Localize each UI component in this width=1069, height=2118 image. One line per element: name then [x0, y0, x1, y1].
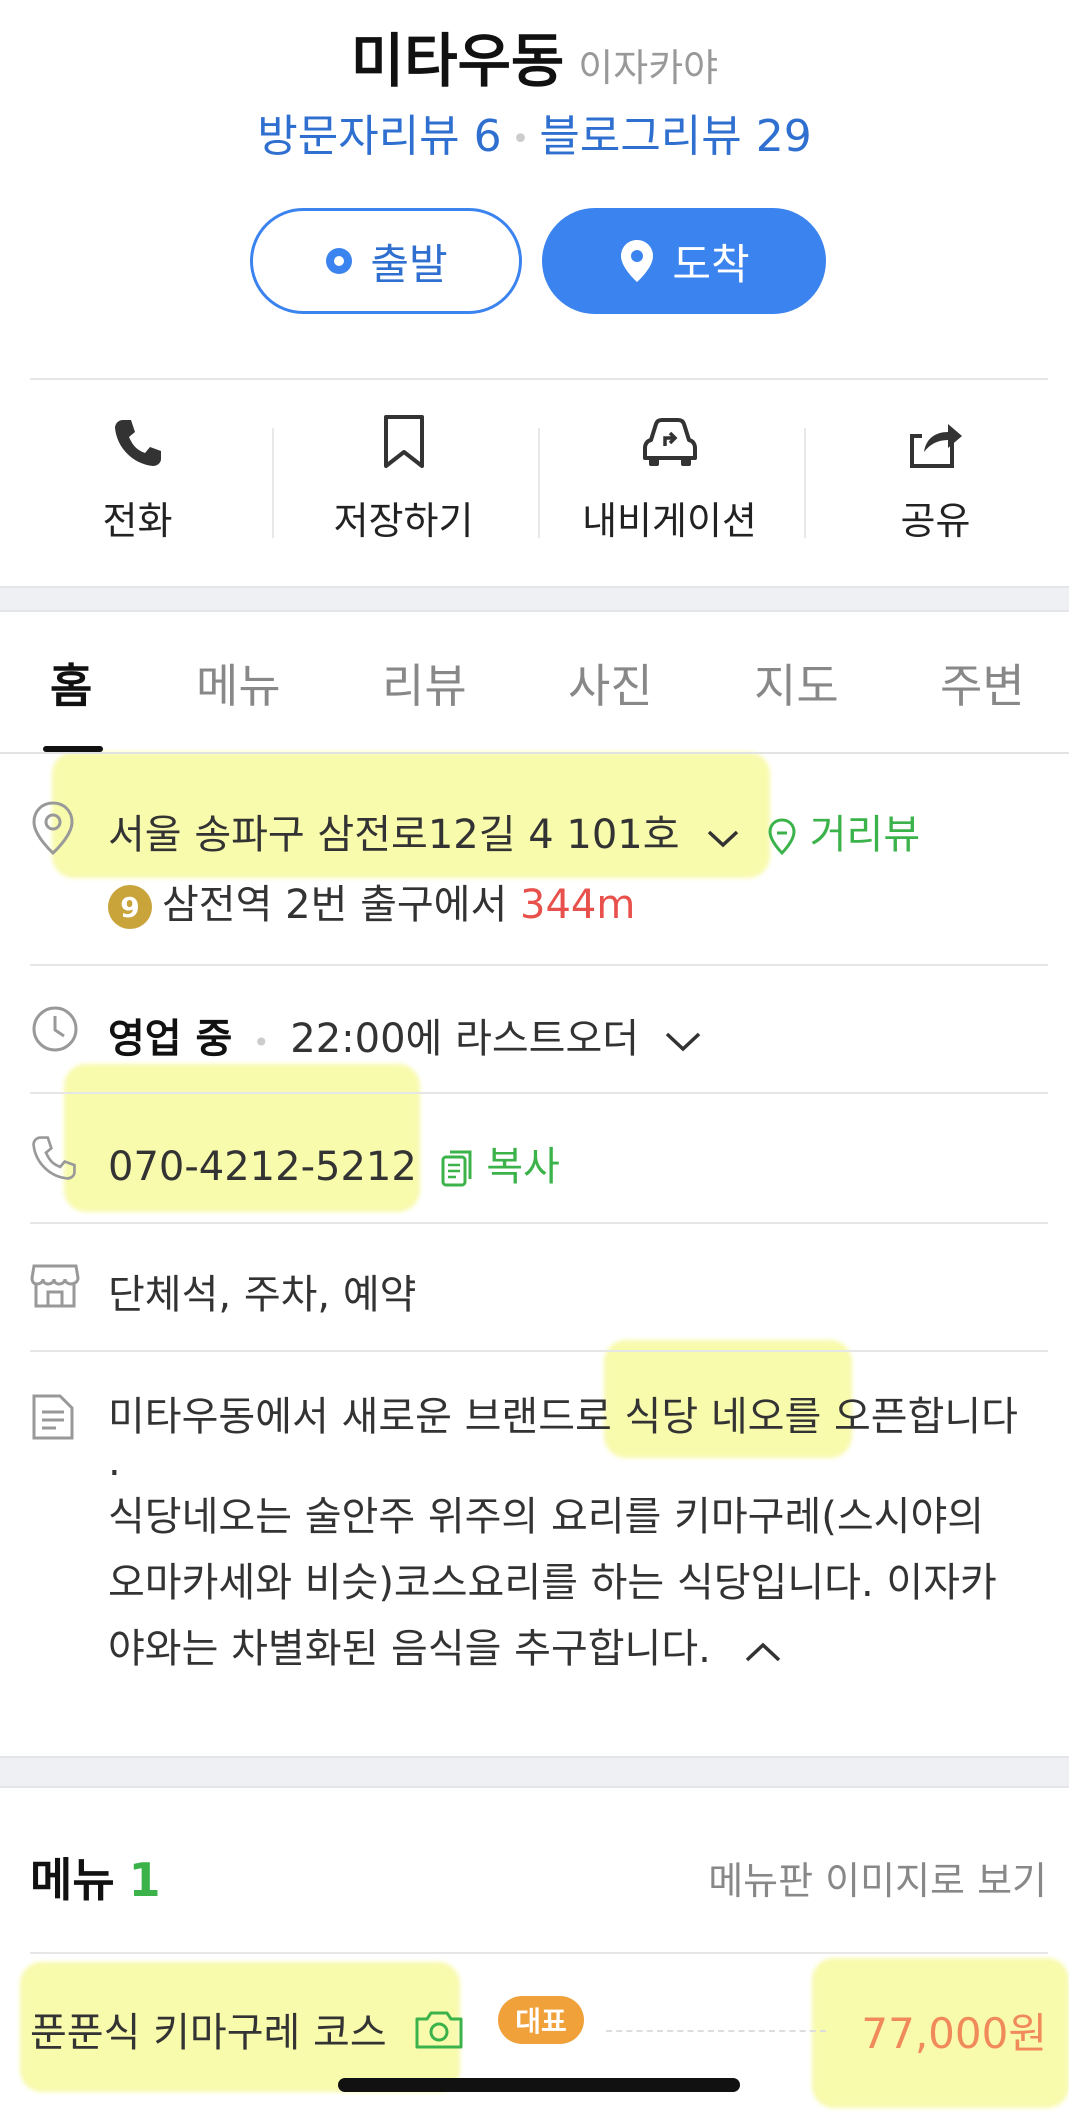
menu-item-label: 푼푼식 키마구레 코스 [30, 2010, 387, 2056]
chevron-down-icon[interactable] [664, 1018, 702, 1064]
dotted-leader [606, 2030, 826, 2032]
divider [30, 378, 1048, 380]
divider [804, 428, 806, 538]
action-bar: 전화 저장하기 내비게이션 공유 [0, 400, 1069, 560]
copy-button[interactable]: 복사 [440, 1144, 560, 1190]
description: 미타우동에서 새로운 브랜드로 식당 네오를 오픈합니다 . 식당네오는 술안주… [108, 1384, 1048, 1684]
map-pin-icon [30, 800, 76, 860]
camera-icon [413, 2009, 465, 2061]
action-share[interactable]: 공유 [802, 400, 1069, 545]
blog-review-link[interactable]: 블로그리뷰 29 [539, 111, 811, 162]
review-links: 방문자리뷰 6 • 블로그리뷰 29 [0, 100, 1069, 164]
depart-button[interactable]: 출발 [250, 208, 522, 314]
description-line: 식당네오는 술안주 위주의 요리를 키마구레(스시야의 [108, 1494, 985, 1540]
action-label: 저장하기 [333, 499, 474, 543]
place-name: 미타우동 [350, 27, 565, 95]
store-icon [30, 1262, 80, 1314]
menu-count: 1 [128, 1853, 161, 1907]
divider [30, 1952, 1048, 1954]
origin-dot-icon [324, 246, 354, 276]
hours-status: 영업 중 [108, 1016, 233, 1062]
divider [30, 1222, 1048, 1224]
action-save[interactable]: 저장하기 [270, 400, 537, 545]
divider [30, 1350, 1048, 1352]
tab-map[interactable]: 지도 [754, 650, 839, 716]
copy-icon [441, 1150, 472, 1187]
menu-item-price: 77,000원 [861, 2009, 1047, 2058]
action-label: 전화 [102, 499, 173, 543]
subway-text: 삼전역 2번 출구에서 [162, 882, 508, 928]
tab-bar: 홈 메뉴 리뷰 사진 지도 주변 [0, 610, 1069, 754]
street-view-label: 거리뷰 [809, 812, 921, 858]
active-tab-indicator [43, 746, 103, 752]
description-line: 미타우동에서 새로운 브랜드로 식당 네오를 오픈합니다 [108, 1394, 1018, 1440]
phone-row: 070-4212-5212 복사 [108, 1134, 560, 1192]
arrive-label: 도착 [672, 239, 750, 289]
subway-line-badge: 9 [108, 885, 152, 929]
place-category: 이자카야 [578, 46, 719, 90]
visitor-review-link[interactable]: 방문자리뷰 6 [257, 111, 501, 162]
tab-photos[interactable]: 사진 [568, 650, 653, 716]
section-gap [0, 1756, 1069, 1788]
car-navigation-icon [536, 400, 803, 470]
hours-detail: 22:00에 라스트오더 [290, 1016, 640, 1062]
dot-separator: • [253, 1026, 270, 1059]
facilities-text: 단체석, 주차, 예약 [108, 1272, 417, 1318]
menu-title: 메뉴 [30, 1853, 115, 1907]
tab-reviews[interactable]: 리뷰 [382, 650, 467, 716]
home-indicator [338, 2078, 740, 2092]
description-line: 야와는 차별화된 음식을 추구합니다. [108, 1626, 711, 1672]
divider [30, 964, 1048, 966]
dot-separator: • [511, 121, 530, 157]
share-icon [802, 400, 1069, 470]
arrive-button[interactable]: 도착 [542, 208, 826, 314]
phone-icon [4, 400, 271, 470]
divider [538, 428, 540, 538]
tab-nearby[interactable]: 주변 [940, 650, 1025, 716]
place-header: 미타우동 이자카야 [0, 14, 1069, 98]
divider [30, 1092, 1048, 1094]
phone-outline-icon [30, 1134, 78, 1186]
document-icon [30, 1392, 76, 1446]
depart-label: 출발 [370, 239, 448, 289]
address-text[interactable]: 서울 송파구 삼전로12길 4 101호 [108, 812, 680, 858]
section-gap [0, 586, 1069, 612]
action-call[interactable]: 전화 [4, 400, 271, 545]
menu-item-name[interactable]: 푼푼식 키마구레 코스 [30, 2000, 465, 2061]
view-menu-board-link[interactable]: 메뉴판 이미지로 보기 [708, 1850, 1047, 1905]
bookmark-icon [270, 400, 537, 470]
divider [272, 428, 274, 538]
street-view-link[interactable]: 거리뷰 [767, 812, 920, 858]
action-label: 내비게이션 [582, 499, 757, 543]
address-row: 서울 송파구 삼전로12길 4 101호 거리뷰 [108, 802, 920, 860]
subway-distance: 344m [520, 882, 636, 928]
description-line: 오마카세와 비슷)코스요리를 하는 식당입니다. 이자카 [108, 1560, 997, 1606]
location-pin-icon [618, 238, 656, 284]
phone-number[interactable]: 070-4212-5212 [108, 1144, 417, 1190]
chevron-down-icon[interactable] [706, 814, 740, 860]
description-line-last: 야와는 차별화된 음식을 추구합니다. [108, 1616, 1048, 1684]
subway-row: 9 삼전역 2번 출구에서 344m [108, 872, 635, 930]
copy-label: 복사 [486, 1144, 560, 1190]
menu-heading: 메뉴 1 [30, 1844, 161, 1910]
tab-menu[interactable]: 메뉴 [196, 650, 281, 716]
chevron-up-icon[interactable] [744, 1618, 782, 1684]
action-navigation[interactable]: 내비게이션 [536, 400, 803, 545]
tab-home[interactable]: 홈 [50, 650, 92, 716]
street-view-icon [768, 818, 796, 856]
clock-icon [30, 1004, 80, 1058]
action-label: 공유 [900, 499, 971, 543]
signature-badge: 대표 [498, 1996, 584, 2044]
hours-row[interactable]: 영업 중 • 22:00에 라스트오더 [108, 1006, 702, 1064]
